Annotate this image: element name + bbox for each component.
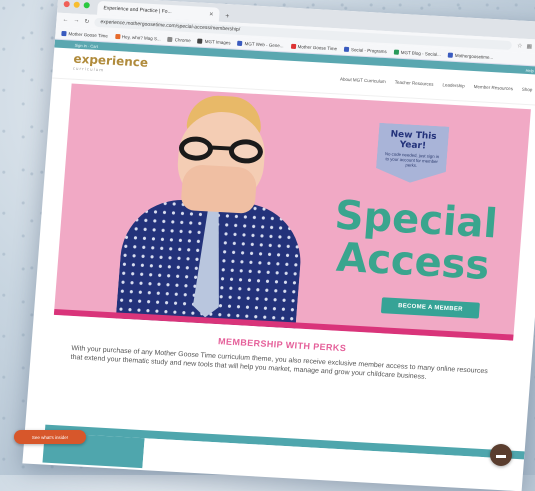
window-controls — [63, 0, 90, 14]
nav-link[interactable]: Leadership — [442, 82, 465, 88]
hero-banner: New This Year! No code needed, just sign… — [53, 83, 531, 341]
forward-icon[interactable]: → — [73, 18, 79, 24]
bookmark-item[interactable]: Mothergoosetime... — [447, 52, 494, 60]
child-hands-illustration — [180, 163, 258, 214]
bookmark-item[interactable]: Mother Goose Time — [61, 30, 108, 38]
site-logo[interactable]: experience curriculum — [72, 52, 149, 78]
nav-link[interactable]: About MGT Curriculum — [340, 76, 386, 84]
bookmark-item[interactable]: Social - Programs — [343, 46, 387, 54]
chat-bubble-icon[interactable]: ▬ — [490, 444, 512, 466]
nav-link[interactable]: Member Resources — [474, 84, 514, 91]
bookmark-item[interactable]: MGT Web - Gene... — [237, 40, 284, 48]
bookmark-item[interactable]: Chrome — [167, 36, 191, 43]
tab-close-icon[interactable]: × — [209, 11, 214, 18]
extension-icons: ☆ ▦ ● ⋮ — [517, 42, 535, 51]
reload-icon[interactable]: ↻ — [84, 18, 90, 25]
hero-headline: Special Access — [311, 193, 517, 290]
tab-title: Experience and Practice | Fo... — [103, 5, 172, 16]
bookmark-item[interactable]: Hey, who? Mag S... — [114, 33, 161, 41]
badge-text: No code needed, just sign in to your acc… — [384, 151, 440, 168]
bookmark-star-icon[interactable]: ☆ — [517, 42, 523, 49]
headline-line-2: Access — [334, 234, 492, 290]
back-icon[interactable]: ← — [62, 17, 68, 23]
become-member-button[interactable]: BECOME A MEMBER — [380, 297, 480, 319]
bookmark-item[interactable]: Mother Goose Time — [290, 43, 337, 51]
browser-window: Experience and Practice | Fo... × + ← → … — [22, 0, 535, 491]
new-this-year-badge: New This Year! No code needed, just sign… — [375, 123, 449, 185]
extensions-icon[interactable]: ▦ — [526, 42, 532, 49]
nav-link[interactable]: Teacher Resources — [395, 79, 434, 86]
top-strip-links[interactable]: Sign in · Cart — [74, 42, 98, 48]
maximize-window-icon[interactable] — [83, 2, 90, 9]
top-strip-help[interactable]: Help — [526, 67, 535, 72]
nav-links: About MGT Curriculum Teacher Resources L… — [340, 76, 533, 92]
bookmark-item[interactable]: MGT Blog - Social... — [393, 49, 441, 57]
new-tab-icon[interactable]: + — [225, 13, 230, 20]
close-window-icon[interactable] — [63, 1, 70, 8]
glasses-icon — [176, 135, 268, 167]
see-whats-inside-button[interactable]: See what's inside! — [14, 430, 86, 444]
nav-link[interactable]: Shop — [522, 86, 533, 92]
minimize-window-icon[interactable] — [73, 1, 80, 8]
bookmark-item[interactable]: MGT Images — [197, 38, 231, 45]
